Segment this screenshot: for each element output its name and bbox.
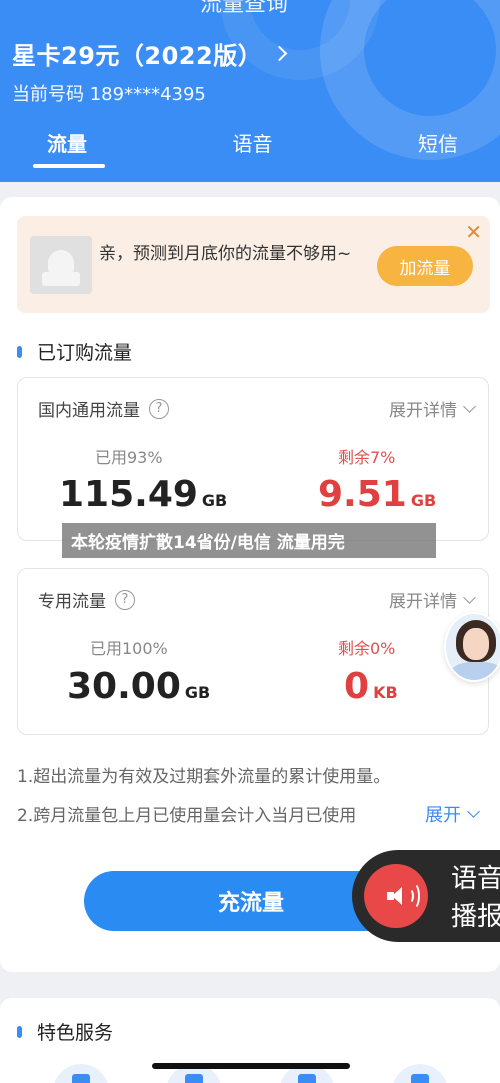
dedicated-label-text: 专用流量 [38,592,106,612]
voice-broadcast-button[interactable]: 语音 播报 [352,850,500,942]
voice-label-line1: 语音 [451,864,500,894]
service-icon[interactable] [52,1064,109,1083]
used-percent: 已用100% [90,639,168,658]
voice-circle [364,864,428,928]
banner-image [30,236,92,294]
tab-bar: 流量 语音 短信 [0,128,500,172]
tab-voice[interactable]: 语音 [184,128,321,172]
help-icon[interactable]: ? [149,398,169,419]
domestic-data-box: 国内通用流量 ? 展开详情 已用93% 剩余7% 115.49 GB 9.51 GB [17,377,489,541]
help-icon[interactable]: ? [115,589,135,610]
section-marker [17,1025,22,1038]
used-unit: GB [184,683,211,702]
chevron-right-icon [271,45,288,62]
page-title: 流量查询 [200,0,289,17]
banner-message: 亲，预测到月底你的流量不够用~ [99,244,352,264]
service-icon[interactable] [391,1064,448,1083]
note-line-1: 1.超出流量为有效及过期套外流量的累计使用量。 [17,767,391,787]
chevron-down-icon [463,590,476,604]
dedicated-data-box: 专用流量 ? 展开详情 已用100% 剩余0% 30.00 GB 0 KB [17,568,489,735]
section-title-text: 特色服务 [37,1022,114,1044]
section-title-text: 已订购流量 [37,342,133,364]
speaker-icon [387,887,405,905]
news-caption-overlay: 本轮疫情扩散14省份/电信 流量用完 [62,523,436,558]
section-title-services: 特色服务 [17,1018,113,1045]
used-value: 115.49 [59,474,198,515]
chevron-down-icon [463,399,476,413]
note-line-2: 2.跨月流量包上月已使用量会计入当月已使用 [17,806,357,826]
remaining-value: 9.51 [318,474,407,515]
phone-number: 当前号码 189****4395 [12,84,206,105]
expand-details-button[interactable]: 展开详情 [389,587,476,612]
remaining-percent: 剩余7% [338,448,396,467]
used-percent: 已用93% [95,448,163,467]
sound-wave [406,882,420,910]
tab-sms[interactable]: 短信 [321,128,500,172]
header: 流量查询 星卡29元（2022版） 当前号码 189****4395 流量 语音… [0,0,500,182]
warning-banner: 亲，预测到月底你的流量不够用~ 加流量 ✕ [17,216,490,313]
plan-name: 星卡29元（2022版） [12,42,263,70]
remaining-amount: 9.51 GB [318,474,436,515]
remaining-amount: 0 KB [344,666,398,707]
used-amount: 30.00 GB [67,666,210,707]
section-marker [17,345,22,358]
expand-details-label: 展开详情 [389,592,457,612]
remaining-unit: GB [410,491,437,510]
avatar-suit [450,662,500,680]
active-tab-indicator [33,164,105,168]
expand-details-label: 展开详情 [389,401,457,421]
dedicated-label: 专用流量 ? [38,587,135,612]
used-unit: GB [201,491,228,510]
remaining-value: 0 [344,666,370,707]
plan-selector[interactable]: 星卡29元（2022版） [12,36,288,71]
voice-label-line2: 播报 [451,902,500,932]
used-value: 30.00 [67,666,181,707]
voice-broadcast-label: 语音 播报 [451,860,500,936]
section-title-subscribed: 已订购流量 [17,338,132,365]
avatar-face [463,628,489,660]
used-amount: 115.49 GB [59,474,227,515]
notes-expand-button[interactable]: 展开 [425,801,480,827]
domestic-label: 国内通用流量 ? [38,396,169,421]
expand-details-button[interactable]: 展开详情 [389,396,476,421]
domestic-label-text: 国内通用流量 [38,401,140,421]
home-indicator [152,1063,350,1069]
notes-expand-label: 展开 [425,805,461,826]
chevron-down-icon [467,805,480,818]
services-card: 特色服务 [0,998,500,1083]
customer-service-avatar[interactable] [444,612,500,682]
add-data-button[interactable]: 加流量 [377,246,473,286]
remaining-unit: KB [373,683,398,702]
remaining-percent: 剩余0% [338,639,396,658]
close-icon[interactable]: ✕ [465,220,482,244]
